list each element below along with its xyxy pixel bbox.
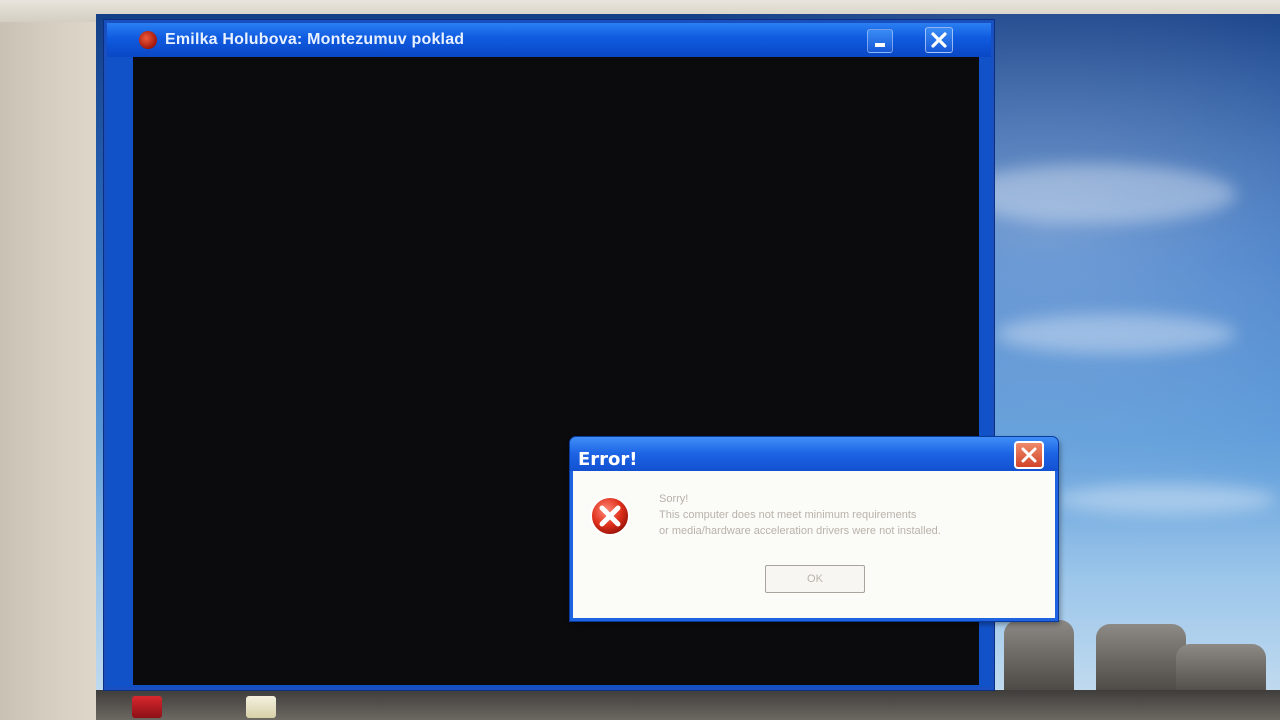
close-icon (931, 32, 947, 48)
window-title: Emilka Holubova: Montezumuv poklad (165, 31, 465, 48)
taskbar-folder-icon[interactable] (246, 696, 276, 718)
dialog-message: Sorry! This computer does not meet minim… (659, 491, 1051, 539)
dialog-title: Error! (578, 449, 638, 470)
app-icon[interactable] (139, 31, 157, 49)
game-titlebar[interactable]: Emilka Holubova: Montezumuv poklad (107, 23, 991, 57)
dialog-close-button[interactable] (1014, 441, 1044, 469)
error-x-icon (590, 496, 630, 536)
cloud (1056, 484, 1276, 514)
ok-button[interactable]: OK (765, 565, 865, 593)
minimize-icon (875, 43, 885, 47)
minimize-button[interactable] (867, 29, 893, 53)
cloud (996, 314, 1236, 354)
cloud (956, 164, 1236, 224)
dialog-body: Sorry! This computer does not meet minim… (573, 471, 1055, 618)
message-line: Sorry! (659, 493, 689, 505)
message-line: This computer does not meet minimum requ… (659, 509, 917, 521)
error-dialog: Error! Sorry! This computer does not mee… (570, 437, 1058, 621)
dialog-titlebar[interactable]: Error! (570, 437, 1058, 471)
message-line: or media/hardware acceleration drivers w… (659, 525, 941, 537)
close-icon (1021, 447, 1037, 463)
taskbar-app-icon[interactable] (132, 696, 162, 718)
close-button[interactable] (925, 27, 953, 53)
